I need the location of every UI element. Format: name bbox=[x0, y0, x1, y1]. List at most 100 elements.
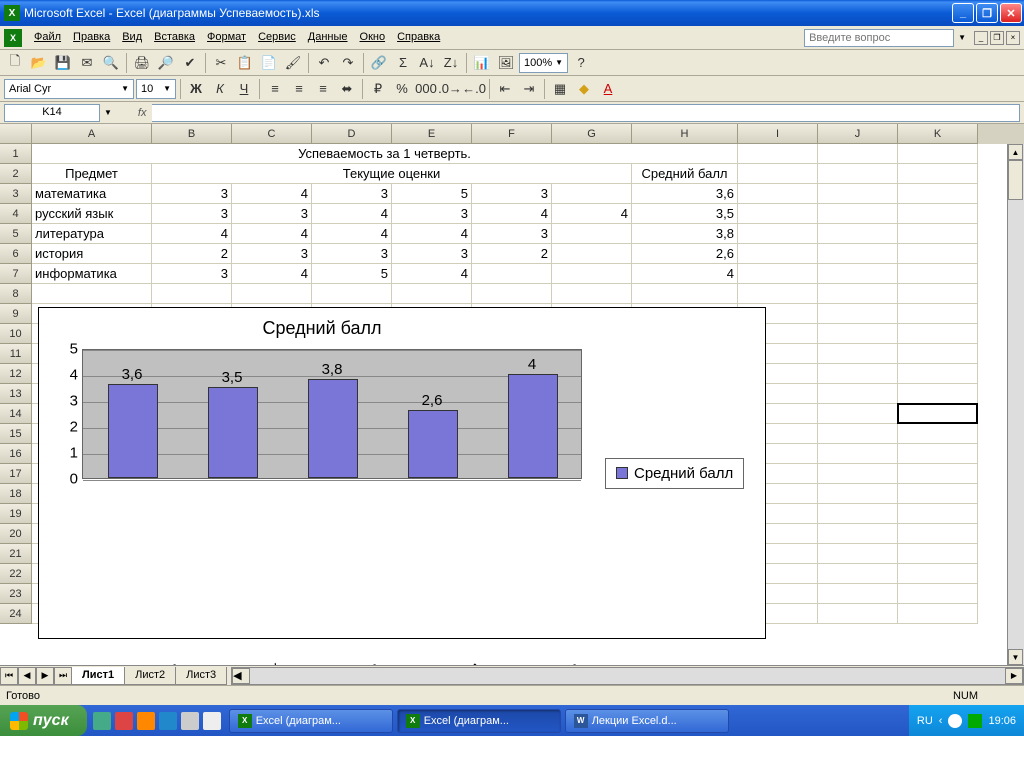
taskbar-button[interactable]: WЛекции Excel.d... bbox=[565, 709, 729, 733]
cell[interactable] bbox=[818, 464, 898, 484]
col-header-G[interactable]: G bbox=[552, 124, 632, 144]
data-cell[interactable]: информатика bbox=[32, 264, 152, 284]
paste-button[interactable]: 📄 bbox=[258, 52, 280, 74]
cell[interactable] bbox=[392, 284, 472, 304]
cell[interactable] bbox=[898, 204, 978, 224]
col-header-H[interactable]: H bbox=[632, 124, 738, 144]
quicklaunch-icon-6[interactable] bbox=[203, 712, 221, 730]
col-header-E[interactable]: E bbox=[392, 124, 472, 144]
data-cell[interactable]: 2 bbox=[152, 244, 232, 264]
row-header-3[interactable]: 3 bbox=[0, 184, 32, 204]
data-cell[interactable]: 3 bbox=[392, 244, 472, 264]
cell[interactable] bbox=[898, 244, 978, 264]
quicklaunch-icon-4[interactable] bbox=[159, 712, 177, 730]
email-button[interactable]: ✉ bbox=[76, 52, 98, 74]
data-cell[interactable]: 4 bbox=[232, 264, 312, 284]
tray-arrow-icon[interactable]: ‹ bbox=[939, 715, 943, 727]
cell[interactable] bbox=[898, 164, 978, 184]
italic-button[interactable]: К bbox=[209, 78, 231, 100]
hscroll-right-button[interactable]: ▶ bbox=[1005, 668, 1023, 684]
help-search-input[interactable] bbox=[804, 29, 954, 47]
cell[interactable] bbox=[818, 604, 898, 624]
row-header-8[interactable]: 8 bbox=[0, 284, 32, 304]
data-cell[interactable]: 3 bbox=[472, 184, 552, 204]
row-header-11[interactable]: 11 bbox=[0, 344, 32, 364]
cell[interactable] bbox=[818, 264, 898, 284]
doc-close-button[interactable]: × bbox=[1006, 31, 1020, 45]
spell-button[interactable]: ✔ bbox=[179, 52, 201, 74]
sort-desc-button[interactable]: Z↓ bbox=[440, 52, 462, 74]
close-button[interactable]: ✕ bbox=[1000, 3, 1022, 23]
row-header-16[interactable]: 16 bbox=[0, 444, 32, 464]
embedded-chart[interactable]: Средний балл 0123453,63,53,82,64 математ… bbox=[38, 307, 766, 639]
data-cell[interactable]: 4 bbox=[232, 224, 312, 244]
cell[interactable] bbox=[552, 244, 632, 264]
cell[interactable] bbox=[32, 284, 152, 304]
row-header-17[interactable]: 17 bbox=[0, 464, 32, 484]
data-cell[interactable]: русский язык bbox=[32, 204, 152, 224]
col-header-I[interactable]: I bbox=[738, 124, 818, 144]
vertical-scrollbar[interactable]: ▲ ▼ bbox=[1007, 144, 1024, 665]
data-cell[interactable]: 5 bbox=[392, 184, 472, 204]
data-cell[interactable]: 3,5 bbox=[632, 204, 738, 224]
data-cell[interactable]: Текущие оценки bbox=[152, 164, 632, 184]
col-header-D[interactable]: D bbox=[312, 124, 392, 144]
currency-button[interactable]: ₽ bbox=[367, 78, 389, 100]
cell[interactable] bbox=[738, 284, 818, 304]
new-button[interactable]: 🗋 bbox=[4, 52, 26, 74]
data-cell[interactable]: математика bbox=[32, 184, 152, 204]
cell[interactable] bbox=[898, 224, 978, 244]
data-cell[interactable]: литература bbox=[32, 224, 152, 244]
clock[interactable]: 19:06 bbox=[988, 715, 1016, 727]
quicklaunch-icon-5[interactable] bbox=[181, 712, 199, 730]
fill-color-button[interactable]: ◆ bbox=[573, 78, 595, 100]
vscroll-thumb[interactable] bbox=[1008, 160, 1023, 200]
data-cell[interactable]: Средний балл bbox=[632, 164, 738, 184]
row-header-24[interactable]: 24 bbox=[0, 604, 32, 624]
doc-restore-button[interactable]: ❐ bbox=[990, 31, 1004, 45]
cell[interactable] bbox=[898, 444, 978, 464]
cell[interactable] bbox=[152, 284, 232, 304]
quicklaunch-icon-2[interactable] bbox=[115, 712, 133, 730]
cell[interactable] bbox=[818, 304, 898, 324]
data-cell[interactable]: 4 bbox=[552, 204, 632, 224]
row-header-7[interactable]: 7 bbox=[0, 264, 32, 284]
quicklaunch-icon-3[interactable] bbox=[137, 712, 155, 730]
cell[interactable] bbox=[818, 324, 898, 344]
scroll-down-button[interactable]: ▼ bbox=[1008, 649, 1023, 665]
open-button[interactable]: 📂 bbox=[28, 52, 50, 74]
data-cell[interactable]: 4 bbox=[232, 184, 312, 204]
menu-file[interactable]: Файл bbox=[28, 29, 67, 46]
row-header-15[interactable]: 15 bbox=[0, 424, 32, 444]
dec-indent-button[interactable]: ⇤ bbox=[494, 78, 516, 100]
tab-last-button[interactable]: ⏭ bbox=[54, 667, 72, 685]
cell[interactable] bbox=[898, 184, 978, 204]
horizontal-scrollbar[interactable]: ◀ ▶ bbox=[231, 667, 1024, 685]
doc-minimize-button[interactable]: _ bbox=[974, 31, 988, 45]
menu-edit[interactable]: Правка bbox=[67, 29, 116, 46]
cell[interactable] bbox=[898, 604, 978, 624]
save-button[interactable]: 💾 bbox=[52, 52, 74, 74]
cell[interactable] bbox=[898, 544, 978, 564]
align-center-button[interactable]: ≡ bbox=[288, 78, 310, 100]
cell[interactable] bbox=[818, 404, 898, 424]
row-header-10[interactable]: 10 bbox=[0, 324, 32, 344]
data-cell[interactable]: Предмет bbox=[32, 164, 152, 184]
cell[interactable] bbox=[818, 144, 898, 164]
row-header-9[interactable]: 9 bbox=[0, 304, 32, 324]
formula-input[interactable] bbox=[152, 104, 1020, 122]
col-header-A[interactable]: A bbox=[32, 124, 152, 144]
tray-icon-1[interactable] bbox=[948, 714, 962, 728]
cell[interactable] bbox=[818, 164, 898, 184]
cell[interactable] bbox=[738, 184, 818, 204]
row-header-20[interactable]: 20 bbox=[0, 524, 32, 544]
cell[interactable] bbox=[898, 144, 978, 164]
cell[interactable] bbox=[818, 344, 898, 364]
tab-next-button[interactable]: ▶ bbox=[36, 667, 54, 685]
data-cell[interactable]: 3 bbox=[152, 184, 232, 204]
row-header-18[interactable]: 18 bbox=[0, 484, 32, 504]
cell[interactable] bbox=[738, 244, 818, 264]
tab-first-button[interactable]: ⏮ bbox=[0, 667, 18, 685]
cell[interactable] bbox=[232, 284, 312, 304]
inc-decimal-button[interactable]: .0→ bbox=[439, 78, 461, 100]
